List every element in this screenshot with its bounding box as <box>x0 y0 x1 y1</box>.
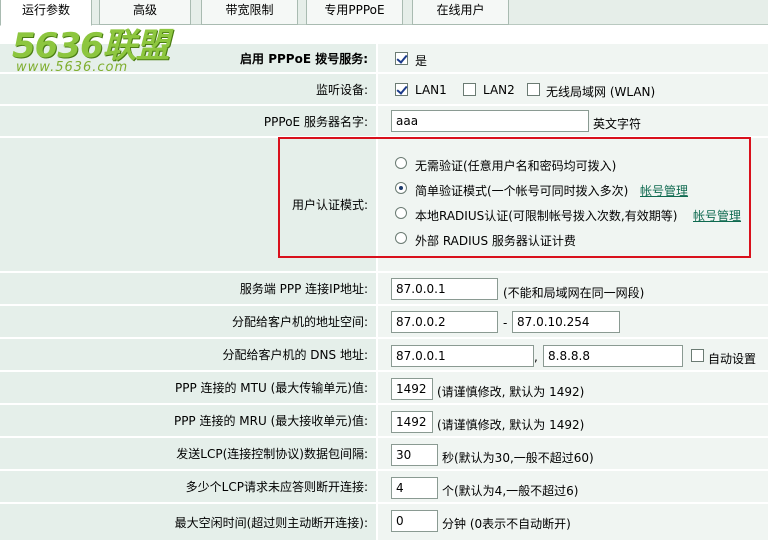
lcp-fail-hint: 个(默认为4,一般不超过6) <box>442 484 579 498</box>
row-server-name: PPPoE 服务器名字: 英文字符 <box>0 106 768 137</box>
client-range-label: 分配给客户机的地址空间: <box>0 306 377 337</box>
row-mtu: PPP 连接的 MTU (最大传输单元)值: (请谨慎修改, 默认为 1492) <box>0 372 768 404</box>
enable-pppoe-checkbox[interactable] <box>395 52 408 65</box>
mtu-value: (请谨慎修改, 默认为 1492) <box>378 372 768 403</box>
tab-online-users[interactable]: 在线用户 <box>412 0 509 25</box>
auth-none-radio[interactable] <box>395 157 407 169</box>
server-name-value: 英文字符 <box>378 106 768 136</box>
enable-pppoe-value: 是 <box>378 44 768 72</box>
lcp-interval-input[interactable] <box>391 444 438 466</box>
auth-simple-radio[interactable] <box>395 182 407 194</box>
mru-input[interactable] <box>391 411 433 433</box>
server-ip-value: (不能和局域网在同一网段) <box>378 273 768 304</box>
client-range-separator: - <box>503 316 508 330</box>
listen-devices-value: LAN1 LAN2 无线局域网 (WLAN) <box>378 74 768 104</box>
client-range-start-input[interactable] <box>391 311 498 333</box>
mru-value: (请谨慎修改, 默认为 1492) <box>378 405 768 436</box>
row-server-ip: 服务端 PPP 连接IP地址: (不能和局域网在同一网段) <box>0 273 768 305</box>
client-dns-auto-checkbox[interactable] <box>691 349 704 362</box>
tab-dedicated-pppoe[interactable]: 专用PPPoE <box>306 0 403 25</box>
auth-external-radius-radio[interactable] <box>395 232 407 244</box>
client-range-end-input[interactable] <box>512 311 620 333</box>
idle-timeout-input[interactable] <box>391 510 438 532</box>
auth-none-label: 无需验证(任意用户名和密码均可拨入) <box>415 159 617 173</box>
row-lcp-fail-count: 多少个LCP请求未应答则断开连接: 个(默认为4,一般不超过6) <box>0 471 768 503</box>
lcp-interval-label: 发送LCP(连接控制协议)数据包间隔: <box>0 438 377 469</box>
row-mru: PPP 连接的 MRU (最大接收单元)值: (请谨慎修改, 默认为 1492) <box>0 405 768 437</box>
row-listen-devices: 监听设备: LAN1 LAN2 无线局域网 (WLAN) <box>0 74 768 105</box>
lan2-checkbox[interactable] <box>463 83 476 96</box>
mtu-label: PPP 连接的 MTU (最大传输单元)值: <box>0 372 377 403</box>
row-client-dns: 分配给客户机的 DNS 地址: , 自动设置 <box>0 339 768 371</box>
auth-local-radius-label: 本地RADIUS认证(可限制帐号拨入次数,有效期等) <box>415 209 678 223</box>
auth-local-radius-radio[interactable] <box>395 207 407 219</box>
idle-timeout-label: 最大空闲时间(超过则主动断开连接): <box>0 504 377 540</box>
auth-simple-account-link[interactable]: 帐号管理 <box>640 182 688 199</box>
listen-devices-label: 监听设备: <box>0 74 377 104</box>
row-idle-timeout: 最大空闲时间(超过则主动断开连接): 分钟 (0表示不自动断开) <box>0 504 768 541</box>
server-name-label: PPPoE 服务器名字: <box>0 106 377 136</box>
client-dns-separator: , <box>534 350 538 364</box>
mtu-input[interactable] <box>391 378 433 400</box>
enable-pppoe-option-label: 是 <box>415 54 428 68</box>
auth-external-radius-label: 外部 RADIUS 服务器认证计费 <box>415 234 576 248</box>
server-name-hint: 英文字符 <box>593 117 642 131</box>
tab-bandwidth-limit[interactable]: 带宽限制 <box>201 0 298 25</box>
server-ip-input[interactable] <box>391 278 498 300</box>
client-dns-secondary-input[interactable] <box>543 345 683 367</box>
client-dns-primary-input[interactable] <box>391 345 534 367</box>
idle-timeout-value: 分钟 (0表示不自动断开) <box>378 504 768 540</box>
mtu-hint: (请谨慎修改, 默认为 1492) <box>437 385 585 399</box>
lcp-fail-label: 多少个LCP请求未应答则断开连接: <box>0 471 377 502</box>
mru-label: PPP 连接的 MRU (最大接收单元)值: <box>0 405 377 436</box>
lan1-label: LAN1 <box>415 83 447 97</box>
lcp-fail-input[interactable] <box>391 477 438 499</box>
client-dns-label: 分配给客户机的 DNS 地址: <box>0 339 377 370</box>
server-ip-label: 服务端 PPP 连接IP地址: <box>0 273 377 304</box>
mru-hint: (请谨慎修改, 默认为 1492) <box>437 418 585 432</box>
logo-url-text: www.5636.com <box>16 60 129 75</box>
site-logo: 5636联盟 www.5636.com <box>8 18 183 80</box>
client-dns-value: , 自动设置 <box>378 339 768 370</box>
server-name-input[interactable] <box>391 110 589 132</box>
lcp-fail-value: 个(默认为4,一般不超过6) <box>378 471 768 502</box>
auth-simple-label: 简单验证模式(一个帐号可同时拨入多次) <box>415 184 629 198</box>
auth-mode-label: 用户认证模式: <box>0 138 377 271</box>
lan2-label: LAN2 <box>483 83 515 97</box>
client-dns-auto-label: 自动设置 <box>708 352 757 366</box>
lan1-checkbox[interactable] <box>395 83 408 96</box>
lcp-interval-hint: 秒(默认为30,一般不超过60) <box>442 451 594 465</box>
row-client-address-range: 分配给客户机的地址空间: - <box>0 306 768 338</box>
row-lcp-interval: 发送LCP(连接控制协议)数据包间隔: 秒(默认为30,一般不超过60) <box>0 438 768 470</box>
client-range-value: - <box>378 306 768 337</box>
lcp-interval-value: 秒(默认为30,一般不超过60) <box>378 438 768 469</box>
row-auth-mode: 用户认证模式: 无需验证(任意用户名和密码均可拨入) 简单验证模式(一个帐号可同… <box>0 138 768 272</box>
wlan-checkbox[interactable] <box>527 83 540 96</box>
auth-local-radius-account-link[interactable]: 帐号管理 <box>693 207 741 224</box>
idle-timeout-hint: 分钟 (0表示不自动断开) <box>442 517 571 531</box>
server-ip-hint: (不能和局域网在同一网段) <box>503 286 645 300</box>
wlan-label: 无线局域网 (WLAN) <box>546 85 656 99</box>
auth-mode-value: 无需验证(任意用户名和密码均可拨入) 简单验证模式(一个帐号可同时拨入多次) 帐… <box>378 138 768 271</box>
